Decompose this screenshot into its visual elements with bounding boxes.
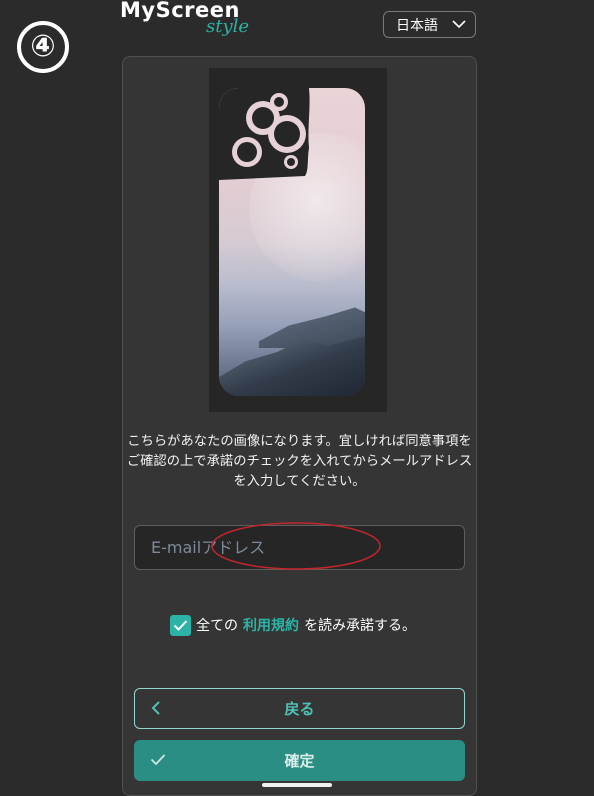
email-field[interactable] bbox=[134, 525, 465, 570]
chevron-left-icon bbox=[151, 700, 161, 720]
terms-of-use-link[interactable]: 利用規約 bbox=[243, 615, 299, 635]
phone-case-preview bbox=[219, 88, 365, 396]
terms-prefix: 全ての bbox=[196, 618, 238, 634]
confirm-button[interactable]: 確定 bbox=[134, 740, 465, 781]
terms-suffix: を読み承諾する。 bbox=[304, 618, 416, 634]
brand-sub: style bbox=[206, 16, 250, 37]
chevron-down-icon bbox=[452, 18, 466, 34]
language-select-value: 日本語 bbox=[396, 17, 438, 34]
brand-logo: MyScreen style bbox=[120, 0, 260, 50]
terms-consent: 全ての 利用規約 を読み承諾する。 bbox=[170, 613, 416, 637]
back-button-label: 戻る bbox=[284, 700, 315, 718]
instruction-message: こちらがあなたの画像になります。宜しければ同意事項をご確認の上で承諾のチェックを… bbox=[126, 434, 473, 489]
step-number-badge: ④ bbox=[17, 21, 69, 73]
check-icon bbox=[150, 752, 166, 770]
camera-cutout bbox=[219, 88, 310, 180]
language-select[interactable]: 日本語 bbox=[383, 11, 476, 38]
back-button[interactable]: 戻る bbox=[134, 688, 465, 729]
check-icon bbox=[173, 619, 188, 631]
confirm-button-label: 確定 bbox=[284, 752, 315, 770]
terms-checkbox[interactable] bbox=[170, 614, 191, 636]
home-indicator bbox=[262, 783, 332, 787]
